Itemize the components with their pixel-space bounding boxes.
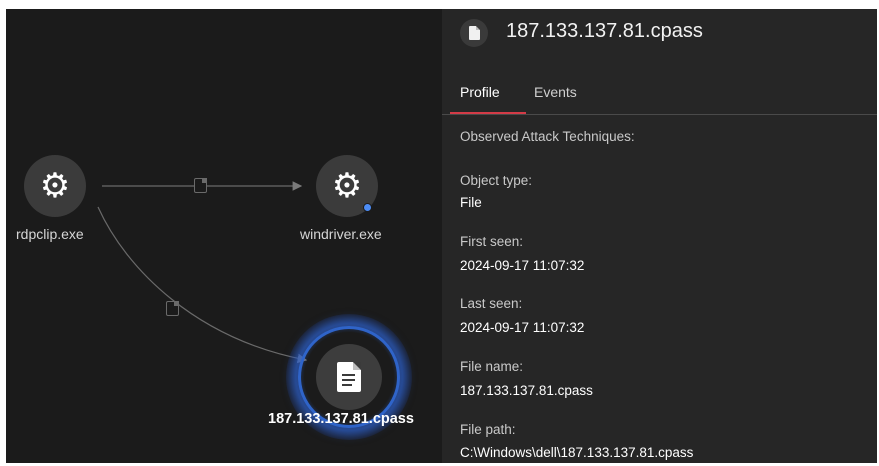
edge-file-icon <box>194 178 207 193</box>
tab-profile[interactable]: Profile <box>460 84 500 100</box>
details-panel: 187.133.137.81.cpass Profile Events Obse… <box>442 9 877 463</box>
file-icon <box>337 362 361 392</box>
file-path-label: File path: <box>460 422 516 437</box>
gear-icon: ⚙ <box>331 166 363 206</box>
first-seen-value: 2024-09-17 11:07:32 <box>460 258 585 273</box>
attack-techniques-label: Observed Attack Techniques: <box>460 129 635 144</box>
object-type-label: Object type: <box>460 173 533 188</box>
file-name-label: File name: <box>460 359 524 374</box>
edge-rdpclip-to-file[interactable] <box>97 206 308 364</box>
first-seen-label: First seen: <box>460 234 524 249</box>
node-file-selected[interactable] <box>316 344 382 410</box>
app-window: ⚙ rdpclip.exe ⚙ windriver.exe 187.133.13… <box>6 9 877 463</box>
active-tab-indicator <box>450 112 526 114</box>
node-rdpclip[interactable]: ⚙ <box>24 155 86 217</box>
file-icon <box>460 19 488 47</box>
panel-header: 187.133.137.81.cpass <box>442 9 877 59</box>
tab-events[interactable]: Events <box>534 84 577 100</box>
file-name-value: 187.133.137.81.cpass <box>460 383 593 398</box>
edge-file-icon <box>166 301 179 316</box>
node-label-file: 187.133.137.81.cpass <box>268 411 414 427</box>
node-label-windriver: windriver.exe <box>300 226 382 242</box>
graph-canvas[interactable]: ⚙ rdpclip.exe ⚙ windriver.exe 187.133.13… <box>6 9 442 463</box>
status-dot <box>363 203 372 212</box>
object-type-value: File <box>460 195 482 210</box>
last-seen-label: Last seen: <box>460 296 523 311</box>
gear-icon: ⚙ <box>39 166 71 206</box>
panel-title: 187.133.137.81.cpass <box>506 20 703 42</box>
node-label-rdpclip: rdpclip.exe <box>16 226 84 242</box>
last-seen-value: 2024-09-17 11:07:32 <box>460 320 585 335</box>
tab-bar: Profile Events <box>442 77 877 115</box>
file-path-value: C:\Windows\dell\187.133.137.81.cpass <box>460 445 694 460</box>
